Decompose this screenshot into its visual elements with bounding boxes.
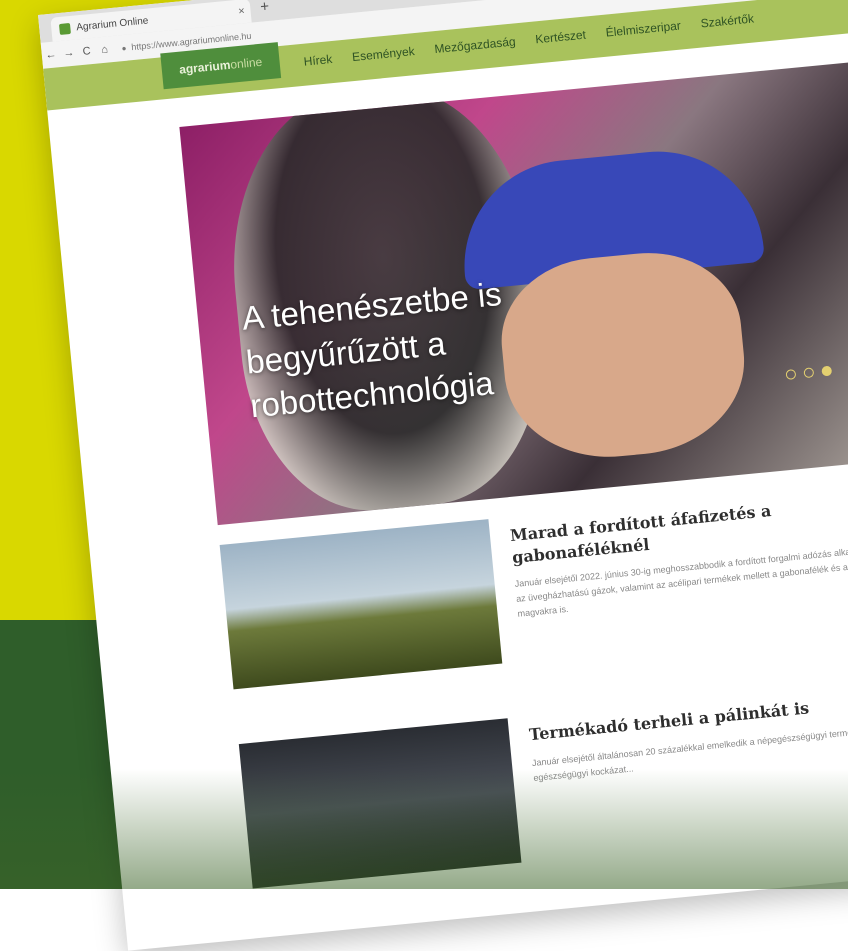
new-tab-button[interactable]: +: [259, 0, 269, 16]
logo-sub: online: [229, 54, 263, 72]
menu-item-szakertok[interactable]: Szakértők: [700, 11, 754, 30]
hero-slider[interactable]: A tehenészetbe is begyűrűzött a robottec…: [179, 48, 848, 526]
close-icon[interactable]: ×: [232, 5, 251, 19]
home-icon[interactable]: ⌂: [95, 43, 114, 57]
menu-item-mezogazdasag[interactable]: Mezőgazdaság: [434, 34, 516, 56]
slider-dot[interactable]: [803, 367, 815, 379]
favicon-icon: [58, 22, 71, 35]
article-thumbnail-palinka[interactable]: [238, 718, 522, 889]
lock-icon: ●: [121, 43, 127, 53]
slider-dot-active[interactable]: [821, 365, 833, 377]
back-icon[interactable]: ←: [41, 48, 60, 62]
slider-dot[interactable]: [785, 369, 797, 380]
menu-item-esemenyek[interactable]: Események: [351, 44, 415, 64]
menu-item-elelmiszeripar[interactable]: Élelmiszeripar: [605, 18, 681, 39]
menu-item-hirek[interactable]: Hírek: [303, 52, 333, 69]
browser-window: Agrarium Online × + ← → C ⌂ ● https://ww…: [38, 0, 848, 951]
reload-icon[interactable]: C: [77, 45, 96, 59]
forward-icon[interactable]: →: [59, 46, 78, 60]
slider-dots: [785, 365, 833, 380]
logo-main: agrarium: [178, 57, 231, 77]
article-card[interactable]: Termékadó terheli a pálinkát is Január e…: [238, 665, 848, 904]
article-thumbnail-sunflowers[interactable]: [219, 519, 503, 690]
menu-item-kerteszet[interactable]: Kertészet: [535, 28, 587, 47]
